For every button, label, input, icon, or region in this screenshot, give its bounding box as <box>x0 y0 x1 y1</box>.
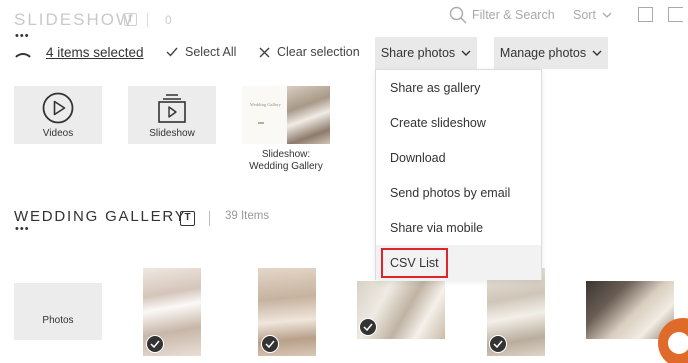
menu-item-send-photos-by-email[interactable]: Send photos by email <box>376 175 541 210</box>
close-icon <box>259 47 270 57</box>
item-count: 0 <box>165 13 172 27</box>
text-format-icon[interactable]: T <box>124 13 137 26</box>
thumbnail-photo <box>287 86 330 144</box>
photo-thumbnail[interactable] <box>357 281 445 339</box>
chevron-down-icon <box>592 50 602 56</box>
menu-item-create-slideshow[interactable]: Create slideshow <box>376 105 541 140</box>
photo-thumbnail[interactable] <box>258 268 316 356</box>
selected-check-icon[interactable] <box>261 335 279 353</box>
divider <box>209 211 210 226</box>
selected-check-icon[interactable] <box>146 335 164 353</box>
list-view-icon[interactable] <box>668 7 683 22</box>
checkmark-icon <box>166 47 178 57</box>
menu-item-share-via-mobile[interactable]: Share via mobile <box>376 210 541 245</box>
thumbnail-divider <box>258 122 264 124</box>
share-photos-button[interactable]: Share photos <box>375 37 477 69</box>
gallery-title: WEDDING GALLERY <box>14 208 187 225</box>
manage-photos-button[interactable]: Manage photos <box>494 37 608 69</box>
videos-tile[interactable]: Videos <box>14 86 102 144</box>
sort-dropdown[interactable]: Sort <box>573 8 612 22</box>
items-selected-link[interactable]: 4 items selected <box>46 45 144 60</box>
more-options-icon[interactable]: ••• <box>15 31 30 42</box>
thumbnail-title-text: Wedding Gallery <box>250 102 281 107</box>
caption-line-2: Wedding Gallery <box>249 161 323 172</box>
chat-icon <box>668 332 688 354</box>
videos-label: Videos <box>42 127 74 139</box>
loading-spinner-icon <box>12 53 34 75</box>
chevron-down-icon <box>602 12 612 18</box>
menu-item-download[interactable]: Download <box>376 140 541 175</box>
share-photos-menu: Share as gallery Create slideshow Downlo… <box>375 69 542 280</box>
caption-line-1: Slideshow: <box>261 149 311 160</box>
clear-selection-label: Clear selection <box>277 45 360 59</box>
share-photos-label: Share photos <box>380 46 456 60</box>
select-all-button[interactable]: Select All <box>166 45 236 59</box>
select-all-label: Select All <box>185 45 237 59</box>
gallery-item-count: 39 Items <box>225 210 270 222</box>
photos-tile[interactable]: Photos <box>14 283 102 340</box>
section-title-slideshow: SLIDESHOW <box>14 10 135 29</box>
grid-view-icon[interactable] <box>638 7 653 22</box>
play-icon <box>42 92 74 123</box>
text-format-icon[interactable]: T <box>180 211 195 226</box>
photos-label: Photos <box>42 315 74 326</box>
search-label: Filter & Search <box>472 8 555 22</box>
chevron-down-icon <box>461 50 471 56</box>
photo-thumbnail[interactable] <box>143 268 201 356</box>
more-options-icon[interactable]: ••• <box>15 224 30 235</box>
manage-photos-label: Manage photos <box>499 46 587 60</box>
thumbnail-title-card: Wedding Gallery <box>242 86 287 144</box>
slideshow-icon <box>158 93 186 123</box>
menu-item-share-as-gallery[interactable]: Share as gallery <box>376 70 541 105</box>
photo-thumbnail[interactable] <box>487 268 545 356</box>
menu-item-csv-list[interactable]: CSV List <box>376 245 541 280</box>
search-icon <box>449 6 467 24</box>
selected-check-icon[interactable] <box>489 335 507 353</box>
wedding-slideshow-thumbnail[interactable]: Wedding Gallery <box>242 86 330 144</box>
highlight-box <box>381 248 448 278</box>
filter-search[interactable]: Filter & Search <box>449 6 555 24</box>
slideshow-label: Slideshow <box>149 127 195 139</box>
clear-selection-button[interactable]: Clear selection <box>259 45 360 59</box>
slideshow-tile[interactable]: Slideshow <box>128 86 216 144</box>
sort-label: Sort <box>573 8 596 22</box>
wedding-slideshow-caption: Slideshow: Wedding Gallery <box>240 149 332 173</box>
divider <box>147 13 148 27</box>
selected-check-icon[interactable] <box>359 318 377 336</box>
